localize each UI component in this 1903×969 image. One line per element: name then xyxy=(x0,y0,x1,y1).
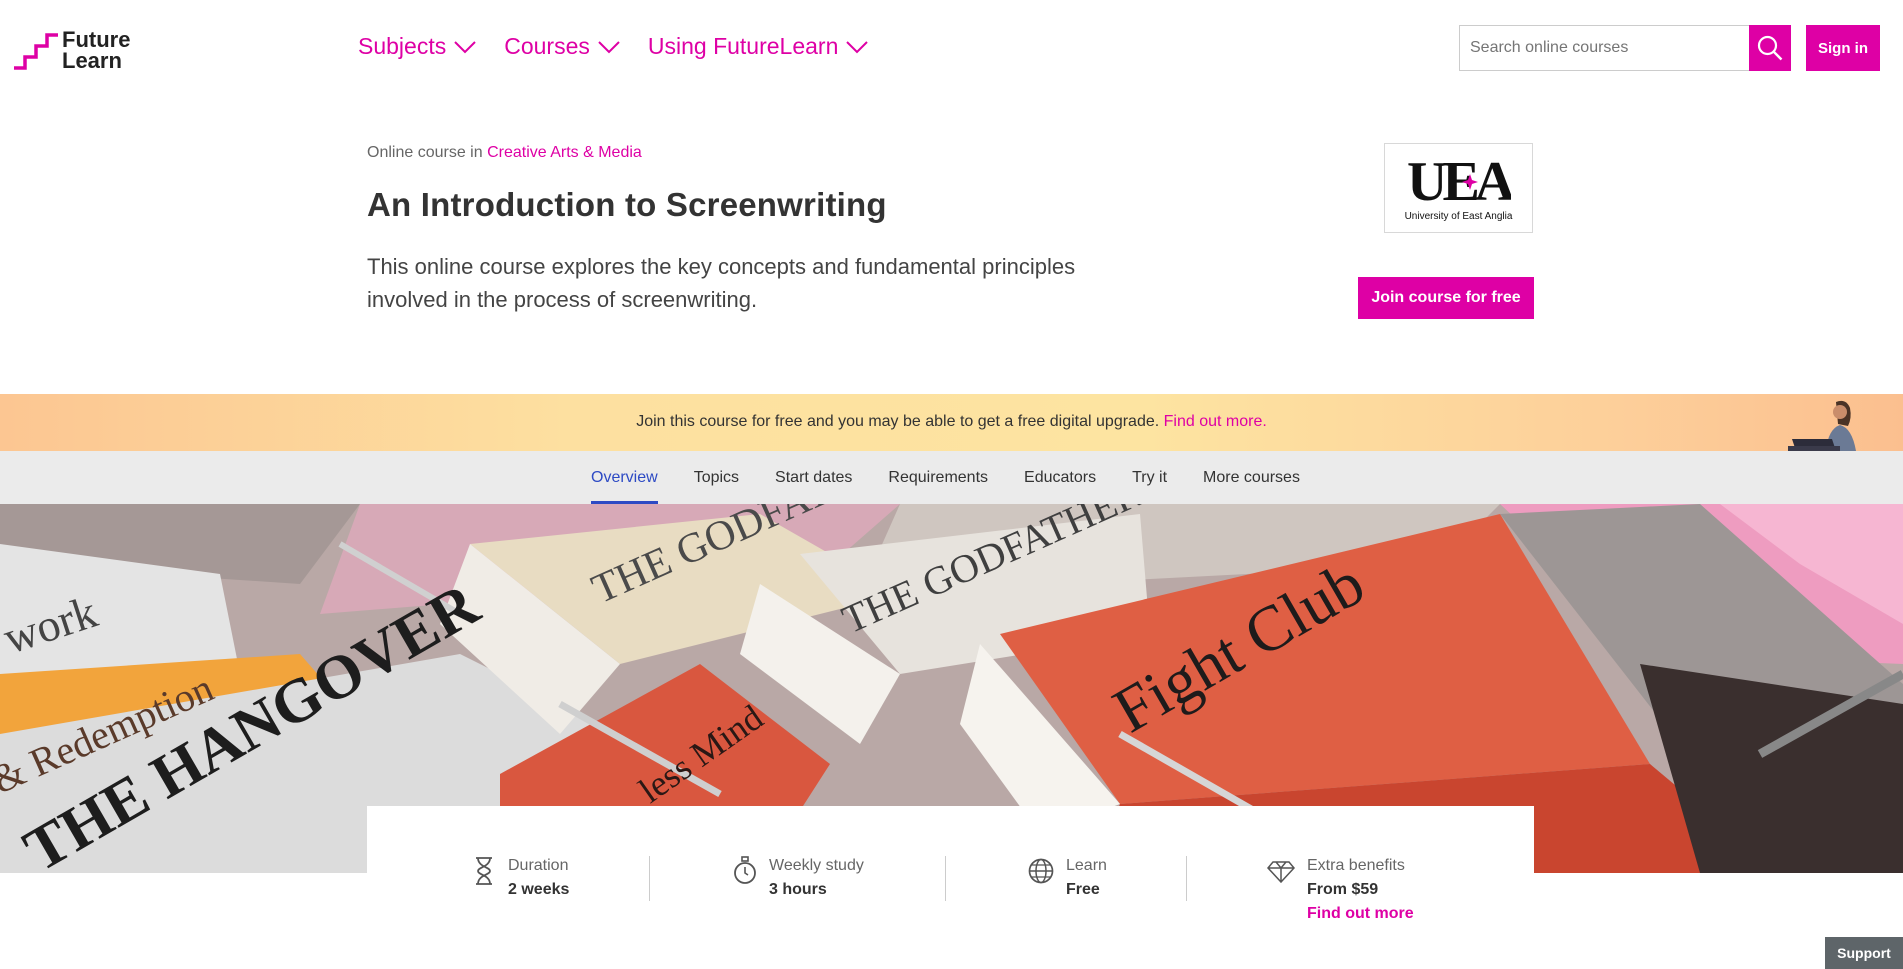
tab-try-it[interactable]: Try it xyxy=(1132,451,1167,504)
search-bar xyxy=(1459,25,1791,71)
search-input[interactable] xyxy=(1459,25,1749,71)
breadcrumb-prefix: Online course in xyxy=(367,144,483,161)
main-nav: Subjects Courses Using FutureLearn xyxy=(358,33,896,60)
stat-weekly-study: Weekly study 3 hours xyxy=(733,856,864,900)
stat-duration-label: Duration xyxy=(508,857,569,874)
stopwatch-icon xyxy=(734,856,756,884)
breadcrumb-category-link[interactable]: Creative Arts & Media xyxy=(487,144,642,161)
course-tabs: Overview Topics Start dates Requirements… xyxy=(0,451,1903,504)
futurelearn-logo[interactable]: Future Learn xyxy=(14,28,130,72)
stat-divider xyxy=(945,856,946,901)
logo-steps-icon xyxy=(14,33,58,70)
sign-in-button[interactable]: Sign in xyxy=(1806,25,1880,71)
stat-weekly-label: Weekly study xyxy=(769,857,864,874)
tab-overview[interactable]: Overview xyxy=(591,451,658,504)
stat-divider xyxy=(1186,856,1187,901)
breadcrumb: Online course in Creative Arts & Media xyxy=(367,144,642,162)
course-description: This online course explores the key conc… xyxy=(367,254,1076,312)
logo-line-2: Learn xyxy=(62,48,122,73)
banner-find-out-more-link[interactable]: Find out more. xyxy=(1164,413,1267,430)
nav-courses[interactable]: Courses xyxy=(504,33,620,60)
stat-extra-find-out-more-link[interactable]: Find out more xyxy=(1307,904,1414,924)
tab-requirements[interactable]: Requirements xyxy=(888,451,988,504)
stat-duration-value: 2 weeks xyxy=(508,881,570,898)
stat-weekly-value: 3 hours xyxy=(769,881,827,898)
search-button[interactable] xyxy=(1748,25,1791,71)
person-with-laptop-illustration xyxy=(1788,400,1856,451)
chevron-down-icon xyxy=(598,40,620,53)
search-icon xyxy=(1757,35,1783,61)
nav-using-futurelearn-label: Using FutureLearn xyxy=(647,33,839,59)
nav-using-futurelearn[interactable]: Using FutureLearn xyxy=(648,33,869,60)
uea-logo-letters: UEA xyxy=(1407,152,1511,208)
hourglass-icon xyxy=(476,857,492,885)
diamond-icon xyxy=(1267,861,1295,884)
tab-educators[interactable]: Educators xyxy=(1024,451,1096,504)
stat-extra-benefits: Extra benefits From $59 Find out more xyxy=(1267,856,1414,924)
globe-icon xyxy=(1028,858,1054,884)
site-header: Future Learn Subjects Courses Using Futu… xyxy=(0,0,1903,96)
logo-line-1: Future xyxy=(62,27,131,52)
course-title: An Introduction to Screenwriting xyxy=(367,186,887,223)
support-button[interactable]: Support xyxy=(1825,937,1903,969)
stat-learn-label: Learn xyxy=(1066,857,1107,874)
join-course-button[interactable]: Join course for free xyxy=(1358,277,1534,319)
nav-subjects-label: Subjects xyxy=(358,33,447,59)
stat-learn: Learn Free xyxy=(1028,856,1107,900)
university-logo[interactable]: UEA University of East Anglia xyxy=(1384,143,1533,233)
tab-topics[interactable]: Topics xyxy=(694,451,739,504)
uea-logo-mark: UEA xyxy=(1407,152,1511,208)
stat-duration: Duration 2 weeks xyxy=(472,856,569,900)
tab-more-courses[interactable]: More courses xyxy=(1203,451,1300,504)
stat-extra-value: From $59 xyxy=(1307,881,1379,898)
chevron-down-icon xyxy=(846,40,869,53)
university-name: University of East Anglia xyxy=(1404,211,1513,222)
upgrade-banner: Join this course for free and you may be… xyxy=(0,394,1903,451)
course-info-card: Duration 2 weeks Weekly study 3 hours Le… xyxy=(367,806,1534,969)
tab-start-dates[interactable]: Start dates xyxy=(775,451,852,504)
stat-extra-label: Extra benefits xyxy=(1307,857,1405,874)
chevron-down-icon xyxy=(454,40,476,53)
stat-learn-value: Free xyxy=(1066,881,1100,898)
banner-text: Join this course for free and you may be… xyxy=(636,413,1160,430)
nav-subjects[interactable]: Subjects xyxy=(358,33,476,60)
nav-courses-label: Courses xyxy=(504,33,590,59)
stat-divider xyxy=(649,856,650,901)
